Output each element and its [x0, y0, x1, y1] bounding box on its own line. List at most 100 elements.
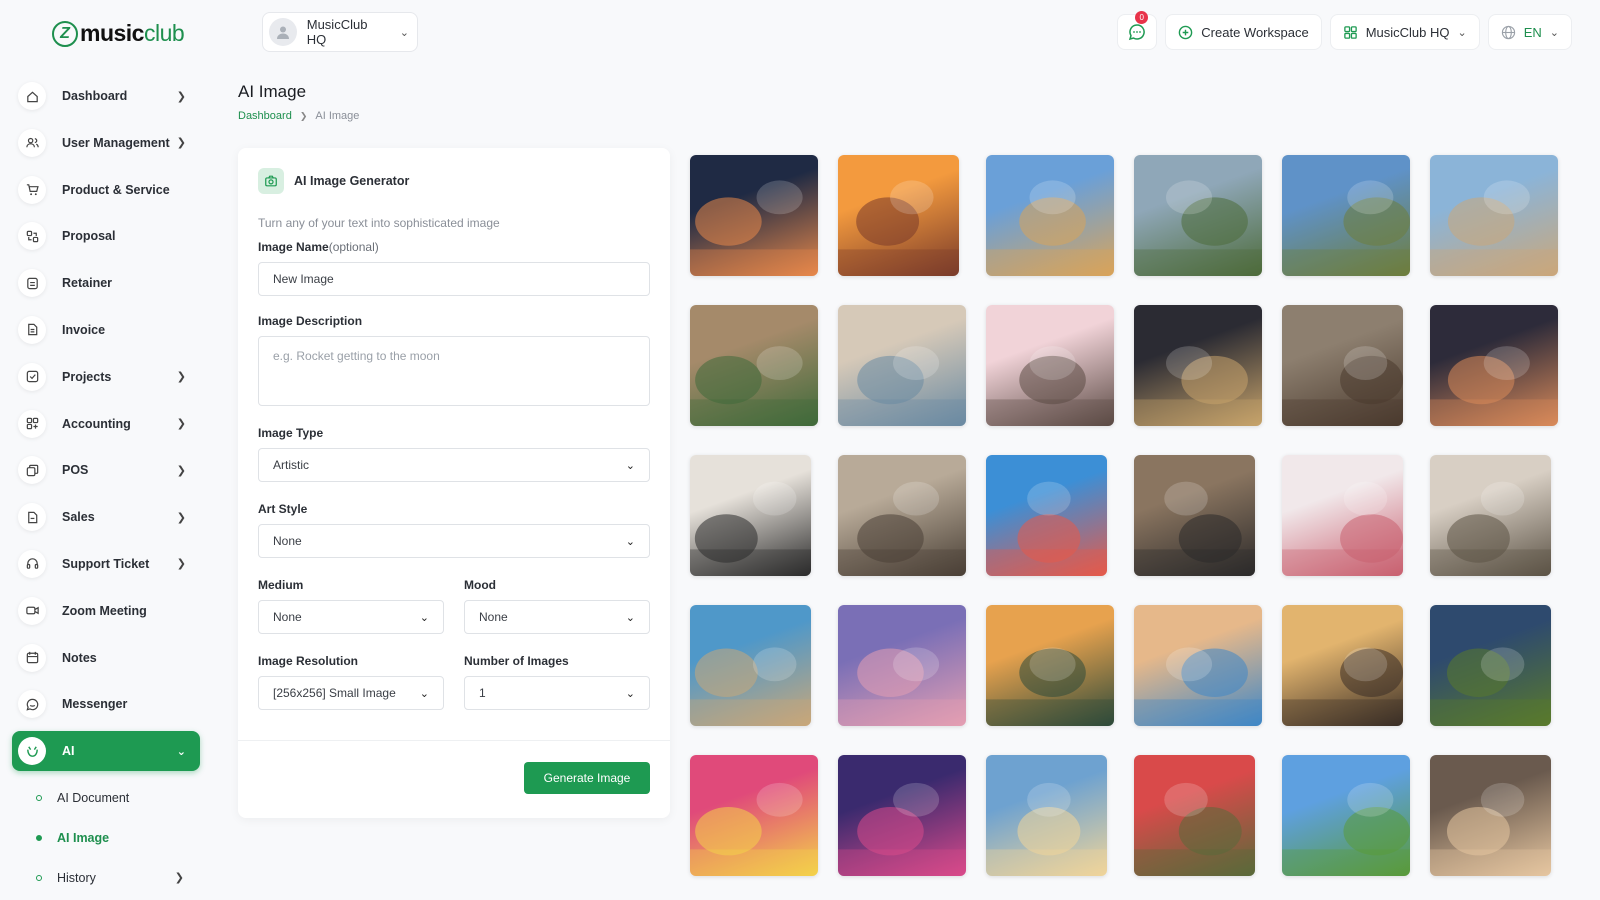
gallery-image-pyramids[interactable]	[986, 155, 1114, 276]
image-name-input[interactable]: New Image	[258, 262, 650, 296]
gallery-image-palm-sunset[interactable]	[986, 605, 1114, 726]
sidebar-item-support-ticket[interactable]: Support Ticket ❯	[12, 544, 200, 584]
sidebar-item-label: Invoice	[62, 322, 106, 337]
image-thumbnail	[838, 782, 966, 876]
sidebar-item-zoom-meeting[interactable]: Zoom Meeting	[12, 591, 200, 631]
gallery-image-beach-joy[interactable]	[986, 455, 1107, 576]
breadcrumb: Dashboard ❯ AI Image	[238, 110, 359, 122]
image-thumbnail	[838, 481, 966, 576]
breadcrumb-dashboard[interactable]: Dashboard	[238, 110, 292, 122]
logo-mark-icon: Z	[52, 20, 78, 47]
mood-select[interactable]: None ⌄	[464, 600, 650, 634]
gallery-image-beach-umbrellas[interactable]	[1134, 605, 1262, 726]
gallery-image-child-playing[interactable]	[690, 305, 818, 426]
chat-icon	[18, 690, 46, 719]
workspace-switcher-label: MusicClub HQ	[306, 17, 368, 47]
image-thumbnail	[986, 346, 1114, 426]
workspace-switcher[interactable]: MusicClub HQ ⌄	[262, 12, 418, 52]
image-resolution-label: Image Resolution	[258, 654, 359, 668]
medium-select[interactable]: None ⌄	[258, 600, 444, 634]
image-thumbnail	[690, 782, 818, 876]
sidebar-item-projects[interactable]: Projects ❯	[12, 357, 200, 397]
sidebar-item-label: Notes	[62, 650, 97, 665]
workspace-dropdown[interactable]: MusicClub HQ ⌄	[1329, 14, 1480, 50]
gallery-image-friends-hug[interactable]	[838, 305, 966, 426]
page-title: AI Image	[238, 82, 307, 101]
gallery-image-rocky-coast[interactable]	[1430, 455, 1551, 576]
notification-badge: 0	[1135, 11, 1149, 24]
gallery-image-women-laughing[interactable]	[690, 455, 811, 576]
gallery-image-woman-sitting[interactable]	[1282, 305, 1403, 426]
sales-icon	[18, 503, 46, 532]
gallery-image-statue-of-liberty[interactable]	[690, 155, 818, 276]
create-workspace-button[interactable]: Create Workspace	[1165, 14, 1322, 50]
image-thumbnail	[986, 481, 1107, 576]
gallery-image-heart-wreath[interactable]	[1282, 455, 1403, 576]
generate-image-button[interactable]: Generate Image	[524, 762, 650, 794]
chevron-down-icon: ⌄	[399, 26, 409, 39]
workspace-dropdown-label: MusicClub HQ	[1365, 24, 1450, 40]
sidebar-subitem-history[interactable]: History ❯	[12, 858, 200, 898]
sidebar-item-ai[interactable]: AI ⌄	[12, 731, 200, 772]
sidebar-item-invoice[interactable]: Invoice	[12, 310, 200, 350]
chevron-right-icon: ❯	[176, 558, 186, 571]
sidebar-item-retainer[interactable]: Retainer	[12, 263, 200, 303]
number-of-images-select[interactable]: 1 ⌄	[464, 676, 650, 710]
gallery-image-wedding-couple[interactable]	[838, 455, 966, 576]
chevron-right-icon: ❯	[176, 464, 186, 477]
sidebar-item-product-service[interactable]: Product & Service	[12, 170, 200, 210]
gallery-image-lone-tree[interactable]	[1430, 605, 1551, 726]
image-thumbnail	[986, 647, 1114, 726]
gallery-image-sunset-pier[interactable]	[838, 605, 966, 726]
logo[interactable]: Z musicclub	[52, 20, 185, 47]
gallery-image-taj-mahal[interactable]	[838, 155, 959, 276]
gallery-image-pink-cake[interactable]	[986, 305, 1114, 426]
sidebar-item-label: Retainer	[62, 276, 113, 291]
gallery-image-holi-colors[interactable]	[690, 755, 818, 876]
sidebar-item-accounting[interactable]: Accounting ❯	[12, 404, 200, 444]
messages-button[interactable]: 0	[1117, 11, 1158, 50]
sidebar-item-sales[interactable]: Sales ❯	[12, 497, 200, 537]
sidebar-subitem-ai-image[interactable]: AI Image	[12, 818, 200, 858]
gallery-image-rose-bouquet[interactable]	[1134, 755, 1255, 876]
sidebar-item-messenger[interactable]: Messenger	[12, 684, 200, 724]
language-dropdown[interactable]: EN ⌄	[1487, 14, 1572, 50]
gallery-image-party-lights[interactable]	[1430, 305, 1558, 426]
gallery-image-woman-excited[interactable]	[1134, 455, 1255, 576]
sidebar-item-pos[interactable]: POS ❯	[12, 450, 200, 490]
gallery-image-great-wall[interactable]	[1282, 155, 1410, 276]
gallery-image-butterfly-jar[interactable]	[1282, 605, 1403, 726]
number-of-images-label: Number of Images	[464, 654, 569, 668]
chevron-right-icon: ❯	[299, 110, 308, 121]
image-thumbnail	[1282, 180, 1410, 276]
art-style-select[interactable]: None ⌄	[258, 524, 650, 558]
gallery-image-world-landmarks[interactable]	[1430, 155, 1558, 276]
notes-icon	[18, 643, 46, 672]
sidebar-subitem-label: AI Image	[57, 830, 110, 845]
sidebar-subitem-ai-document[interactable]: AI Document	[12, 778, 200, 818]
image-resolution-select[interactable]: [256x256] Small Image ⌄	[258, 676, 444, 710]
gallery-image-flower-girl[interactable]	[986, 755, 1107, 876]
sidebar-item-label: Support Ticket	[62, 556, 150, 571]
image-description-textarea[interactable]: e.g. Rocket getting to the moon	[258, 336, 650, 406]
retainer-icon	[18, 269, 46, 298]
sidebar-item-proposal[interactable]: Proposal	[12, 216, 200, 256]
image-type-select[interactable]: Artistic ⌄	[258, 448, 650, 482]
image-thumbnail	[1430, 782, 1551, 876]
sidebar-item-notes[interactable]: Notes	[12, 638, 200, 678]
sidebar-item-dashboard[interactable]: Dashboard ❯	[12, 76, 200, 116]
gallery-image-green-meadow[interactable]	[1282, 755, 1410, 876]
ai-image-generator-card: AI Image Generator Turn any of your text…	[238, 148, 670, 818]
image-thumbnail	[1430, 180, 1558, 276]
gallery-image-tropical-beach[interactable]	[690, 605, 811, 726]
gallery-image-guitar-friends[interactable]	[1430, 755, 1551, 876]
sidebar-item-user-management[interactable]: User Management ❯	[12, 123, 200, 163]
gallery-image-machu-picchu[interactable]	[1134, 155, 1262, 276]
headset-icon	[18, 549, 46, 578]
medium-label: Medium	[258, 578, 304, 592]
invoice-icon	[18, 315, 46, 344]
gallery-image-stage-performance[interactable]	[838, 755, 966, 876]
sidebar-item-label: Sales	[62, 510, 95, 525]
gallery-image-sparklers-toast[interactable]	[1134, 305, 1262, 426]
image-thumbnail	[1134, 346, 1262, 426]
